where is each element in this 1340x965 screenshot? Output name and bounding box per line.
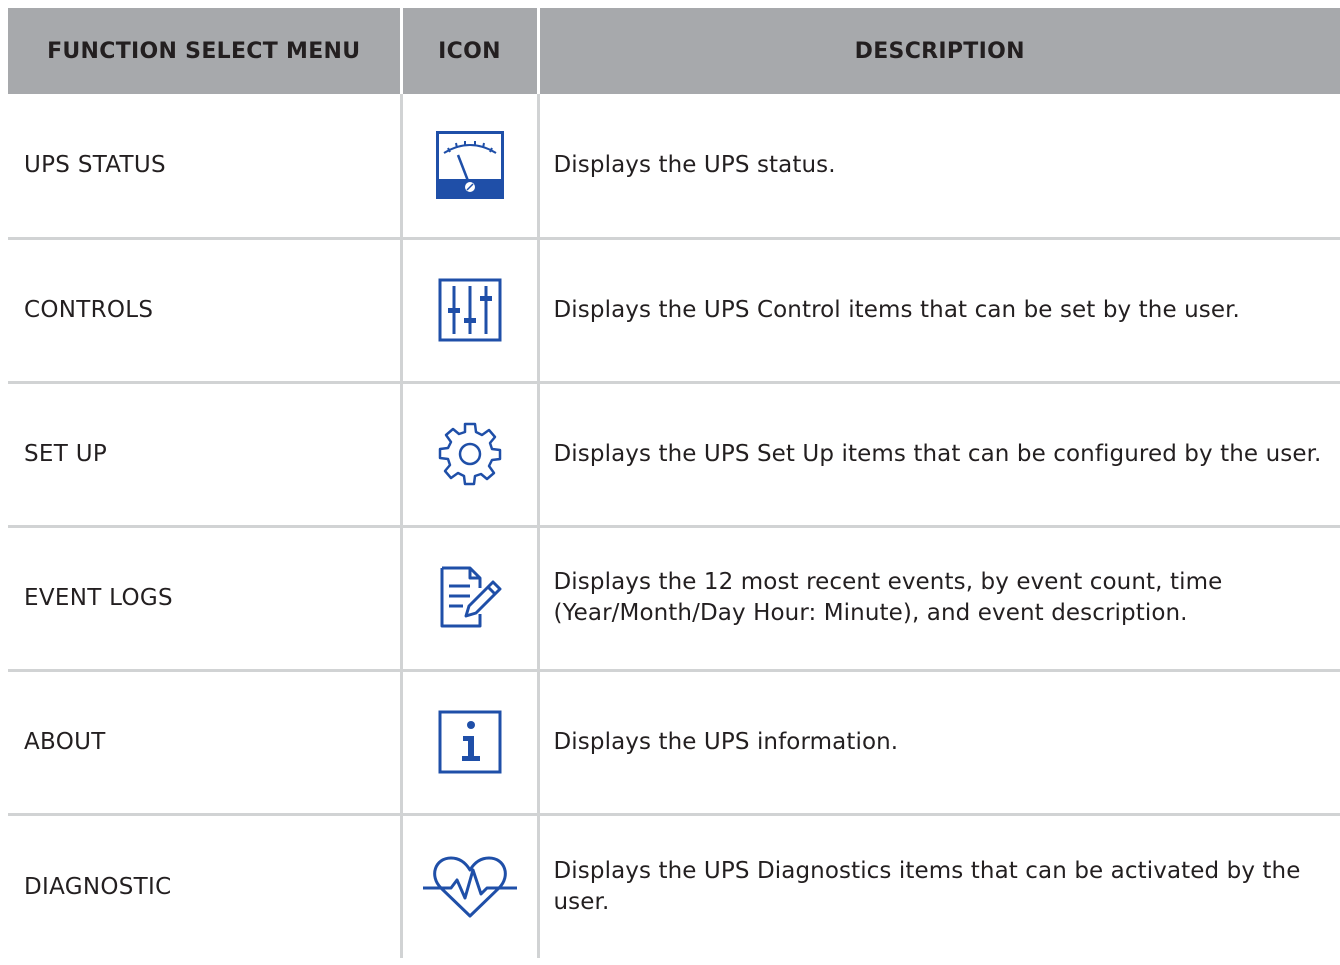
function-menu-table-container: FUNCTION SELECT MENU ICON DESCRIPTION UP… [8, 8, 1340, 958]
sliders-icon [438, 278, 501, 342]
header-function: FUNCTION SELECT MENU [8, 8, 401, 94]
table-header-row: FUNCTION SELECT MENU ICON DESCRIPTION [8, 8, 1340, 94]
header-icon: ICON [399, 8, 538, 94]
header-description: DESCRIPTION [536, 8, 1340, 94]
function-name: UPS STATUS [8, 94, 401, 240]
function-name: CONTROLS [8, 238, 401, 384]
gauge-meter-icon [435, 131, 504, 200]
function-menu-table: FUNCTION SELECT MENU ICON DESCRIPTION UP… [8, 8, 1340, 958]
function-description: Displays the UPS Set Up items that can b… [536, 382, 1340, 528]
table-row: UPS STATUS Displays the UPS status. [8, 94, 1340, 240]
table-row: EVENT LOGS Displays the 12 most recent e… [8, 526, 1340, 672]
function-description: Displays the UPS information. [536, 670, 1340, 816]
document-edit-icon [440, 566, 501, 628]
heart-pulse-icon [422, 856, 517, 918]
function-description: Displays the UPS Control items that can … [536, 238, 1340, 384]
table-row: CONTROLS Displays the UPS Control items … [8, 238, 1340, 384]
function-name: DIAGNOSTIC [24, 873, 172, 900]
function-name: EVENT LOGS [8, 526, 401, 672]
function-description: Displays the UPS status. [536, 94, 1340, 240]
table-row: DIAGNOSTIC Displays the UPS Diagnostics … [8, 814, 1340, 958]
function-name: ABOUT [8, 670, 401, 816]
info-icon [438, 710, 501, 774]
table-row: SET UP Displays the UPS Set Up items tha… [8, 382, 1340, 528]
table-row: ABOUT Displays the UPS information. [8, 670, 1340, 816]
gear-icon [438, 422, 501, 486]
function-description: Displays the UPS Diagnostics items that … [536, 814, 1340, 958]
function-name: SET UP [8, 382, 401, 528]
function-description: Displays the 12 most recent events, by e… [536, 526, 1340, 672]
